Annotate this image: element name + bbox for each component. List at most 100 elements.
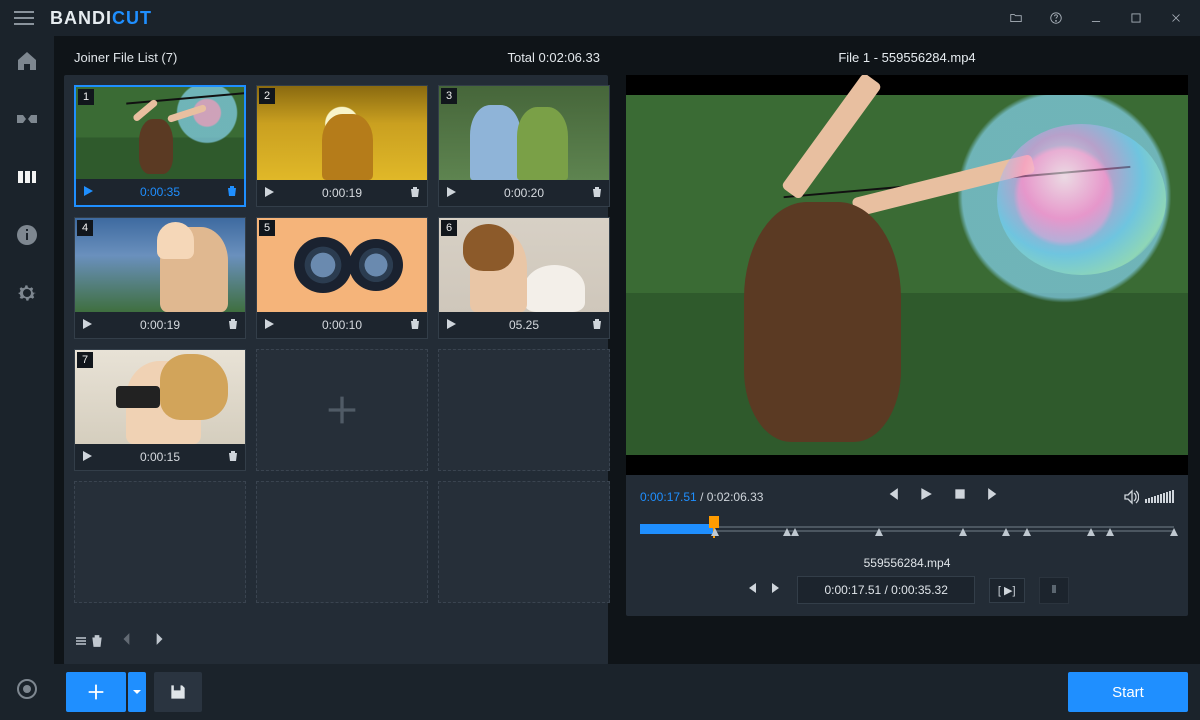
play-icon[interactable] bbox=[445, 186, 457, 201]
play-icon[interactable] bbox=[263, 186, 275, 201]
list-title: Joiner File List (7) bbox=[74, 50, 177, 65]
clip-card[interactable]: 6 05.25 bbox=[438, 217, 610, 339]
timeline-marker bbox=[875, 528, 883, 536]
clip-thumb: 4 bbox=[75, 218, 245, 312]
maximize-icon[interactable] bbox=[1116, 0, 1156, 36]
trash-icon[interactable] bbox=[227, 450, 239, 465]
play-icon[interactable] bbox=[445, 318, 457, 333]
total-time: 0:02:06.33 bbox=[707, 490, 764, 504]
prev-icon[interactable] bbox=[120, 632, 134, 651]
empty-slot bbox=[74, 481, 246, 603]
record-icon[interactable] bbox=[14, 676, 40, 702]
segment-range-button[interactable]: [ ▶] bbox=[989, 578, 1025, 603]
clip-card[interactable]: 7 0:00:15 bbox=[74, 349, 246, 471]
minimize-icon[interactable] bbox=[1076, 0, 1116, 36]
app-body: Joiner File List (7) Total 0:02:06.33 1 bbox=[0, 36, 1200, 720]
player-controls: 0:00:17.51 / 0:02:06.33 bbox=[626, 475, 1188, 512]
cut-icon[interactable] bbox=[14, 106, 40, 132]
brand-part1: BANDI bbox=[50, 8, 112, 28]
clip-badge: 4 bbox=[77, 220, 93, 236]
sidebar bbox=[0, 36, 54, 720]
timeline-progress bbox=[640, 524, 714, 534]
segment-marker-button[interactable] bbox=[1039, 577, 1069, 604]
next-track-icon[interactable] bbox=[987, 487, 1001, 506]
timeline-marker bbox=[1170, 528, 1178, 536]
timeline-marker bbox=[959, 528, 967, 536]
video-box[interactable] bbox=[626, 75, 1188, 475]
timeline-marker bbox=[1002, 528, 1010, 536]
main: Joiner File List (7) Total 0:02:06.33 1 bbox=[54, 36, 1200, 720]
add-dropdown-button[interactable] bbox=[128, 672, 146, 712]
volume-icon bbox=[1123, 489, 1139, 505]
clip-thumb: 3 bbox=[439, 86, 609, 180]
clip-bar: 0:00:20 bbox=[439, 180, 609, 206]
add-slot[interactable] bbox=[256, 349, 428, 471]
clip-thumb: 7 bbox=[75, 350, 245, 444]
clip-card[interactable]: 3 0:00:20 bbox=[438, 85, 610, 207]
player-title: File 1 - 559556284.mp4 bbox=[626, 44, 1188, 75]
play-icon[interactable] bbox=[82, 185, 94, 200]
video-frame bbox=[626, 95, 1188, 455]
clip-thumb: 2 bbox=[257, 86, 427, 180]
brand-part2: CUT bbox=[112, 8, 152, 28]
title-bar: BANDICUT bbox=[0, 0, 1200, 36]
clip-card[interactable]: 5 0:00:10 bbox=[256, 217, 428, 339]
start-button[interactable]: Start bbox=[1068, 672, 1188, 712]
list-trash-all-icon[interactable] bbox=[74, 634, 104, 648]
trash-icon[interactable] bbox=[591, 186, 603, 201]
timeline-marker bbox=[1087, 528, 1095, 536]
trash-icon[interactable] bbox=[227, 318, 239, 333]
clip-card[interactable]: 4 0:00:19 bbox=[74, 217, 246, 339]
clip-duration: 0:00:10 bbox=[275, 318, 409, 332]
clip-bar: 0:00:10 bbox=[257, 312, 427, 338]
timeline-marker bbox=[791, 528, 799, 536]
clip-card[interactable]: 2 0:00:19 bbox=[256, 85, 428, 207]
play-icon[interactable] bbox=[81, 318, 93, 333]
next-icon[interactable] bbox=[152, 632, 166, 651]
help-icon[interactable] bbox=[1036, 0, 1076, 36]
info-icon[interactable] bbox=[14, 222, 40, 248]
stop-icon[interactable] bbox=[953, 487, 967, 506]
player-area: 0:00:17.51 / 0:02:06.33 bbox=[626, 75, 1188, 616]
add-button[interactable] bbox=[66, 672, 126, 712]
empty-slot bbox=[256, 481, 428, 603]
clip-card[interactable]: 1 0:00:35 bbox=[74, 85, 246, 207]
app-brand: BANDICUT bbox=[50, 8, 152, 29]
home-icon[interactable] bbox=[14, 48, 40, 74]
trash-icon[interactable] bbox=[409, 318, 421, 333]
join-icon[interactable] bbox=[14, 164, 40, 190]
titlebar-right bbox=[996, 0, 1196, 36]
trash-icon[interactable] bbox=[591, 318, 603, 333]
time-label: 0:00:17.51 / 0:02:06.33 bbox=[640, 490, 763, 504]
close-icon[interactable] bbox=[1156, 0, 1196, 36]
settings-icon[interactable] bbox=[14, 280, 40, 306]
list-header: Joiner File List (7) Total 0:02:06.33 bbox=[64, 44, 608, 75]
trash-icon[interactable] bbox=[409, 186, 421, 201]
play-icon[interactable] bbox=[919, 487, 933, 506]
timeline[interactable] bbox=[640, 518, 1174, 544]
playback-controls bbox=[885, 487, 1001, 506]
clip-badge: 3 bbox=[441, 88, 457, 104]
save-button[interactable] bbox=[154, 672, 202, 712]
play-icon[interactable] bbox=[81, 450, 93, 465]
menu-icon[interactable] bbox=[4, 0, 44, 36]
prev-track-icon[interactable] bbox=[885, 487, 899, 506]
trash-icon[interactable] bbox=[226, 185, 238, 200]
list-total: Total 0:02:06.33 bbox=[507, 50, 600, 65]
bottom-bar: Start bbox=[54, 664, 1200, 720]
clip-thumb: 1 bbox=[76, 87, 244, 179]
clip-bar: 0:00:19 bbox=[257, 180, 427, 206]
clip-bar: 0:00:35 bbox=[76, 179, 244, 205]
clip-duration: 0:00:19 bbox=[93, 318, 227, 332]
plus-icon bbox=[322, 390, 362, 430]
clip-badge: 6 bbox=[441, 220, 457, 236]
empty-slot bbox=[438, 481, 610, 603]
clip-grid-wrap: 1 0:00:35 2 bbox=[64, 75, 608, 665]
clip-bar: 0:00:19 bbox=[75, 312, 245, 338]
seg-next-icon[interactable] bbox=[771, 581, 783, 599]
volume[interactable] bbox=[1123, 489, 1174, 505]
play-icon[interactable] bbox=[263, 318, 275, 333]
timeline-handle[interactable] bbox=[709, 516, 719, 528]
folder-icon[interactable] bbox=[996, 0, 1036, 36]
seg-prev-icon[interactable] bbox=[745, 581, 757, 599]
